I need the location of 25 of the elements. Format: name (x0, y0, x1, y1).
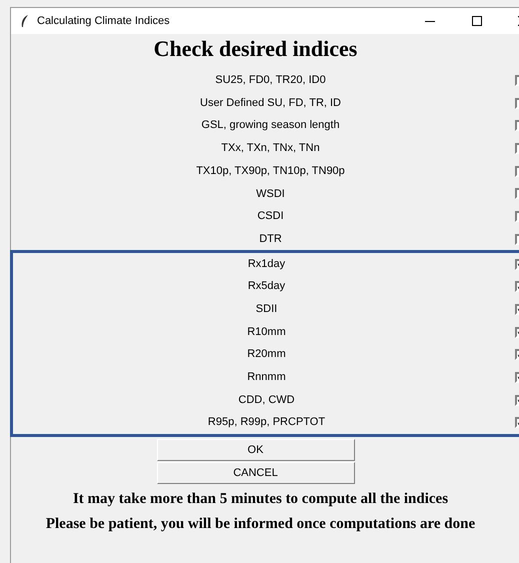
dialog-button[interactable]: CANCEL (156, 462, 354, 484)
window-title: Calculating Climate Indices (37, 14, 170, 29)
minimize-icon[interactable] (425, 20, 435, 22)
index-label: R10mm (247, 324, 286, 340)
feather-icon (21, 14, 29, 28)
index-label: DTR (259, 232, 282, 247)
index-label: Rnnmm (247, 370, 286, 386)
index-label: TX10p, TX90p, TN10p, TN90p (196, 164, 345, 179)
index-label: R95p, R99p, PRCPTOT (208, 415, 326, 430)
index-label: WSDI (256, 186, 285, 202)
index-label: TXx, TXn, TNx, TNn (221, 141, 320, 156)
index-label: CDD, CWD (238, 392, 295, 408)
index-label: GSL, growing season length (201, 118, 340, 134)
info-message: It may take more than 5 minutes to compute all the indices (72, 490, 448, 509)
dialog-heading: Check desired indices (152, 35, 358, 63)
index-label: Rx1day (248, 256, 286, 272)
info-message: Please be patient, you will be informed once computations are done (46, 514, 476, 534)
index-label: R20mm (247, 347, 286, 362)
index-label: SDII (256, 302, 278, 317)
index-label: CSDI (257, 209, 284, 224)
index-label: User Defined SU, FD, TR, ID (200, 96, 341, 111)
index-label: Rx5day (248, 279, 286, 294)
dialog-button[interactable]: OK (156, 439, 354, 461)
index-label: SU25, FD0, TR20, ID0 (215, 73, 326, 88)
maximize-icon[interactable] (472, 16, 482, 26)
